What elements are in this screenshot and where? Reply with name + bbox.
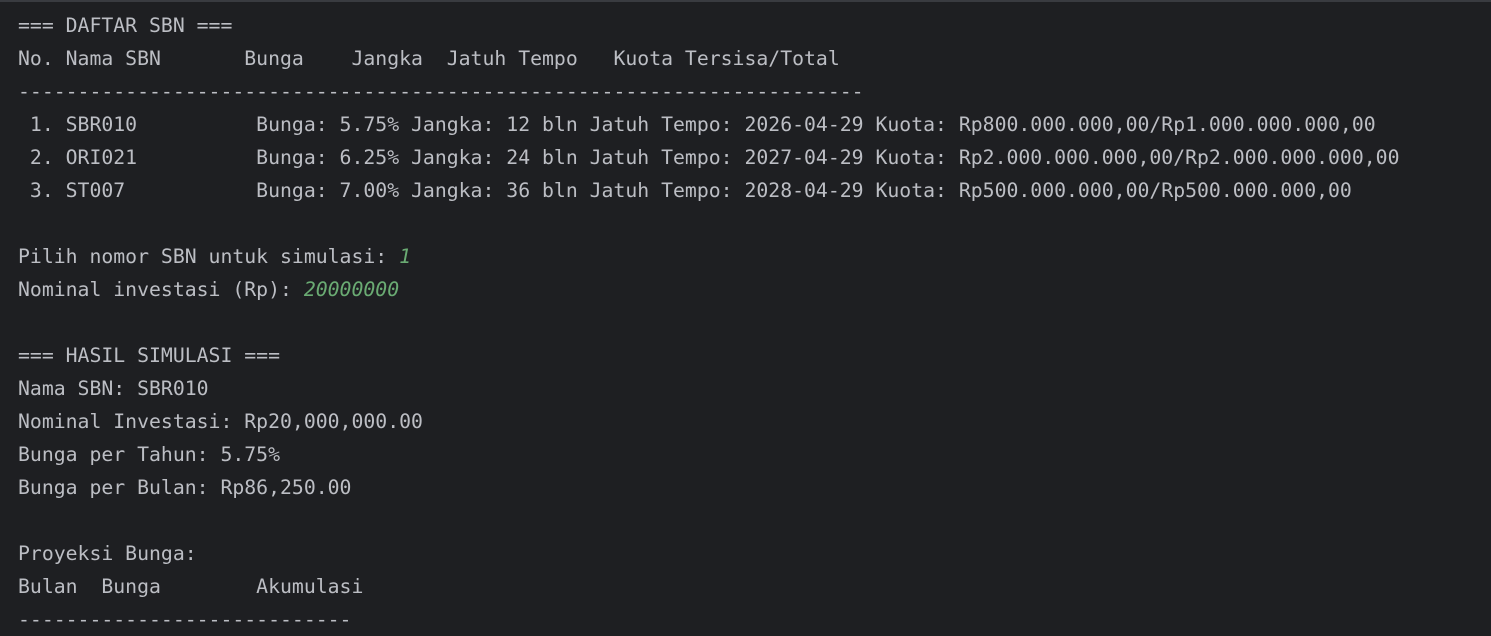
table-column-headers: No. Nama SBN Bunga Jangka Jatuh Tempo Ku…: [18, 47, 840, 70]
nominal-prompt: Nominal investasi (Rp):: [18, 278, 304, 301]
result-header: === HASIL SIMULASI ===: [18, 344, 281, 367]
sbn-row: 1. SBR010 Bunga: 5.75% Jangka: 12 bln Ja…: [18, 113, 1376, 136]
projection-separator: ----------------------------: [18, 608, 352, 631]
result-rate-month: Bunga per Bulan: Rp86,250.00: [18, 476, 352, 499]
nominal-input-value: 20000000: [303, 278, 400, 301]
console-output: === DAFTAR SBN === No. Nama SBN Bunga Ja…: [0, 0, 1491, 636]
select-input-value: 1: [399, 245, 412, 268]
sbn-row: 3. ST007 Bunga: 7.00% Jangka: 36 bln Jat…: [18, 179, 1352, 202]
select-prompt-line: Pilih nomor SBN untuk simulasi: 1: [18, 242, 1491, 275]
projection-column-headers: Bulan Bunga Akumulasi: [18, 575, 364, 598]
result-rate-year: Bunga per Tahun: 5.75%: [18, 443, 281, 466]
nominal-prompt-line: Nominal investasi (Rp): 20000000: [18, 275, 1491, 308]
list-header: === DAFTAR SBN ===: [18, 14, 233, 37]
table-separator: ----------------------------------------…: [18, 80, 864, 103]
projection-title: Proyeksi Bunga:: [18, 542, 197, 565]
result-sbn-name: Nama SBN: SBR010: [18, 377, 209, 400]
sbn-row: 2. ORI021 Bunga: 6.25% Jangka: 24 bln Ja…: [18, 146, 1400, 169]
result-nominal: Nominal Investasi: Rp20,000,000.00: [18, 410, 423, 433]
select-prompt: Pilih nomor SBN untuk simulasi:: [18, 245, 400, 268]
